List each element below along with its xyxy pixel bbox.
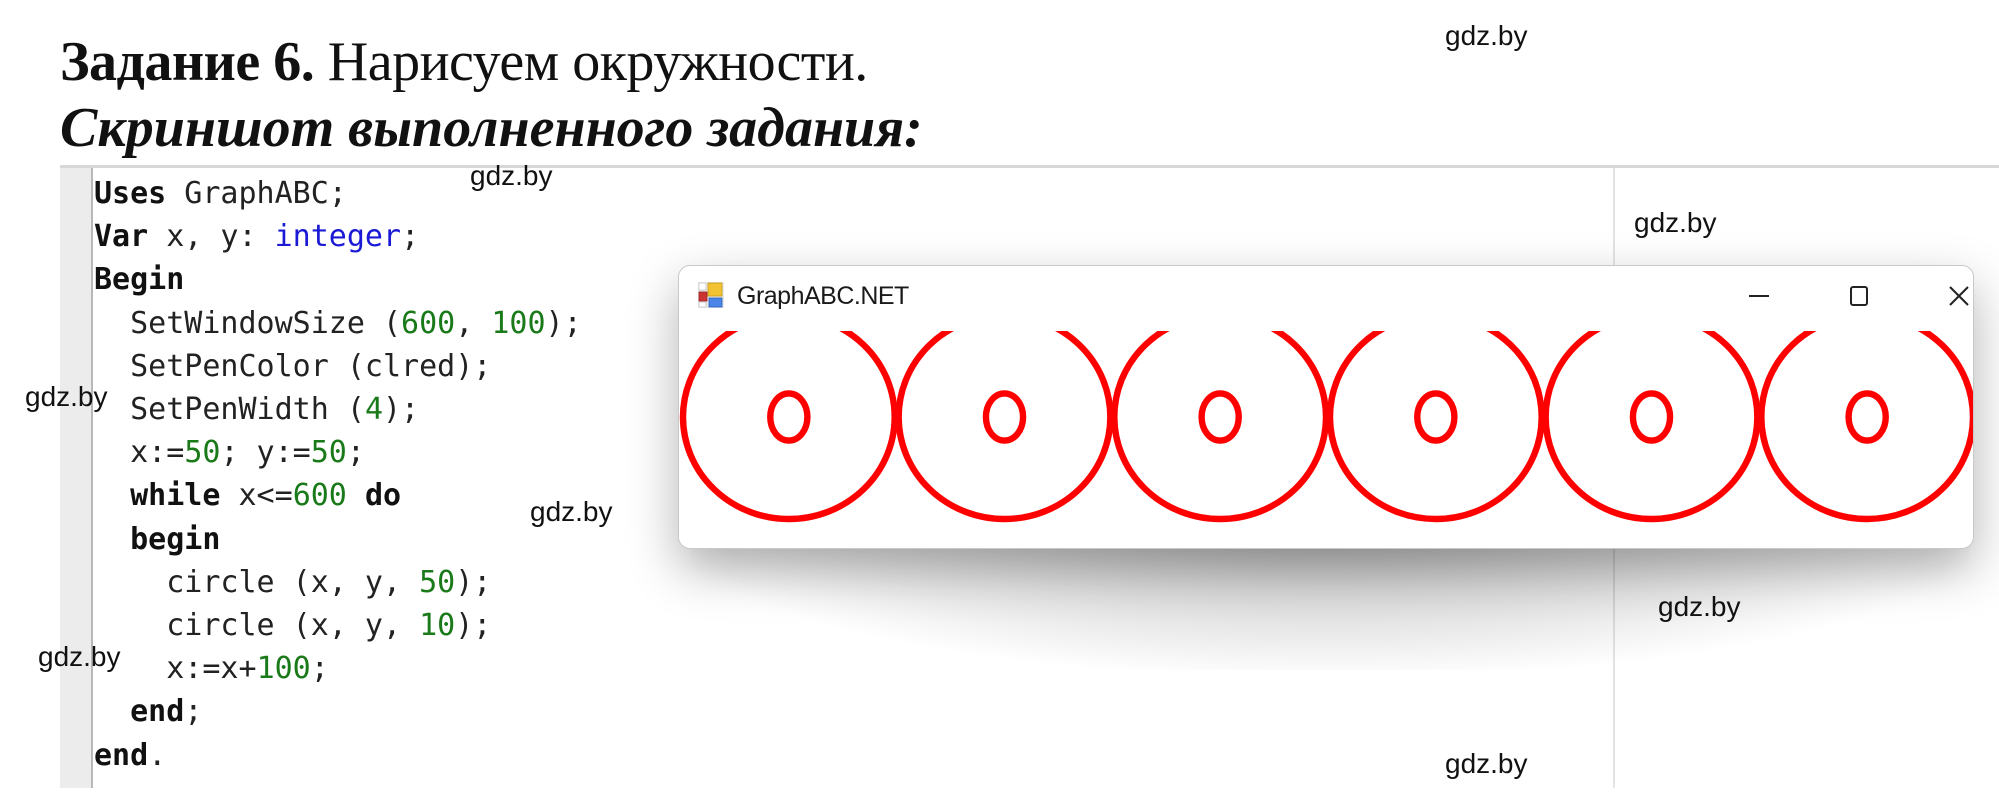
maximize-icon bbox=[1850, 286, 1868, 306]
task-label: Задание 6. bbox=[60, 31, 315, 93]
watermark: gdz.by bbox=[25, 381, 108, 412]
code-token: . bbox=[148, 737, 167, 773]
code-token: circle (x, y, bbox=[94, 608, 420, 644]
code-line: x:=50; y:=50; bbox=[94, 431, 582, 474]
task-text: Нарисуем окружности. bbox=[327, 31, 869, 93]
outer-circle bbox=[1542, 331, 1761, 523]
code-token: ; bbox=[401, 219, 420, 255]
code-token: SetPenWidth ( bbox=[94, 392, 365, 428]
inner-circle bbox=[1414, 390, 1458, 444]
watermark: gdz.by bbox=[1658, 591, 1741, 622]
code-line: SetPenWidth (4); bbox=[94, 388, 582, 431]
code-number: 100 bbox=[491, 305, 546, 341]
inner-circle bbox=[1629, 390, 1674, 444]
outer-circle bbox=[895, 331, 1114, 523]
code-token: SetWindowSize ( bbox=[94, 305, 402, 341]
minimize-button[interactable] bbox=[1729, 274, 1789, 318]
close-icon bbox=[1949, 286, 1969, 306]
window-title: GraphABC.NET bbox=[737, 282, 909, 310]
code-token: ; y:= bbox=[220, 435, 311, 471]
code-line: SetWindowSize (600, 100); bbox=[94, 302, 582, 345]
code-number: 100 bbox=[256, 651, 311, 687]
inner-circle bbox=[1845, 390, 1889, 444]
code-number: 50 bbox=[310, 435, 347, 471]
code-line: x:=x+100; bbox=[94, 647, 582, 690]
code-line: Begin bbox=[94, 258, 582, 301]
code-line: SetPenColor (clred); bbox=[94, 345, 582, 388]
window-title-bar[interactable]: GraphABC.NET bbox=[679, 266, 1973, 328]
watermark: gdz.by bbox=[1634, 207, 1717, 238]
minimize-icon bbox=[1749, 295, 1769, 297]
inner-circle bbox=[982, 390, 1027, 444]
code-token: x:= bbox=[94, 435, 185, 471]
code-number: 4 bbox=[364, 392, 383, 428]
code-line: end. bbox=[94, 734, 582, 777]
code-token: x<= bbox=[220, 478, 293, 514]
editor-gutter bbox=[60, 168, 93, 788]
code-keyword: end bbox=[94, 737, 149, 773]
code-token: GraphABC; bbox=[166, 176, 347, 211]
code-keyword: begin bbox=[130, 521, 221, 557]
watermark: gdz.by bbox=[470, 160, 553, 191]
watermark: gdz.by bbox=[1445, 20, 1528, 51]
code-keyword: while bbox=[130, 478, 221, 514]
screenshot-subtitle: Скриншот выполненного задания: bbox=[60, 97, 923, 159]
outer-circle bbox=[1111, 331, 1330, 523]
code-number: 10 bbox=[419, 608, 456, 644]
code-line: circle (x, y, 10); bbox=[94, 604, 582, 647]
code-token: ; bbox=[346, 435, 365, 471]
code-line: circle (x, y, 50); bbox=[94, 561, 582, 604]
outer-circle bbox=[1758, 331, 1973, 523]
inner-circle bbox=[1198, 390, 1242, 444]
code-token: ); bbox=[545, 305, 582, 341]
code-token: ); bbox=[455, 608, 492, 644]
code-keyword: Var bbox=[94, 219, 149, 255]
watermark: gdz.by bbox=[530, 496, 613, 527]
code-number: 50 bbox=[184, 435, 221, 471]
code-token: , bbox=[455, 305, 492, 341]
code-number: 600 bbox=[401, 305, 456, 341]
drawing-canvas bbox=[679, 331, 1973, 523]
task-heading: Задание 6. Нарисуем окружности. bbox=[60, 30, 868, 94]
code-keyword: Begin bbox=[94, 262, 185, 298]
outer-circle bbox=[679, 331, 898, 523]
code-text[interactable]: Uses GraphABC; Var x, y: integer; Begin Se… bbox=[94, 172, 582, 777]
code-line: Var x, y: integer; bbox=[94, 215, 582, 258]
watermark: gdz.by bbox=[1445, 748, 1528, 779]
code-token: ; bbox=[184, 694, 203, 730]
graphabc-window[interactable]: GraphABC.NET bbox=[678, 265, 1974, 549]
code-keyword: end bbox=[130, 694, 185, 730]
code-token: ); bbox=[455, 564, 492, 600]
code-line: begin bbox=[94, 518, 582, 561]
code-token: SetPenColor (clred); bbox=[94, 348, 492, 384]
maximize-button[interactable] bbox=[1829, 274, 1889, 318]
code-token: x, y: bbox=[148, 219, 275, 255]
close-button[interactable] bbox=[1929, 274, 1973, 318]
code-line: end; bbox=[94, 690, 582, 733]
code-number: 600 bbox=[292, 478, 347, 514]
code-type: integer bbox=[274, 219, 402, 255]
code-number: 50 bbox=[419, 564, 456, 600]
code-keyword: do bbox=[364, 478, 402, 514]
inner-circle bbox=[767, 390, 811, 444]
app-window-icon bbox=[698, 282, 724, 308]
watermark: gdz.by bbox=[38, 641, 121, 672]
code-token: ); bbox=[383, 392, 420, 428]
code-keyword: Uses bbox=[94, 176, 167, 211]
code-token: ; bbox=[310, 651, 329, 687]
code-line: while x<=600 do bbox=[94, 474, 582, 517]
outer-circle bbox=[1326, 331, 1545, 523]
code-token: circle (x, y, bbox=[94, 564, 420, 600]
